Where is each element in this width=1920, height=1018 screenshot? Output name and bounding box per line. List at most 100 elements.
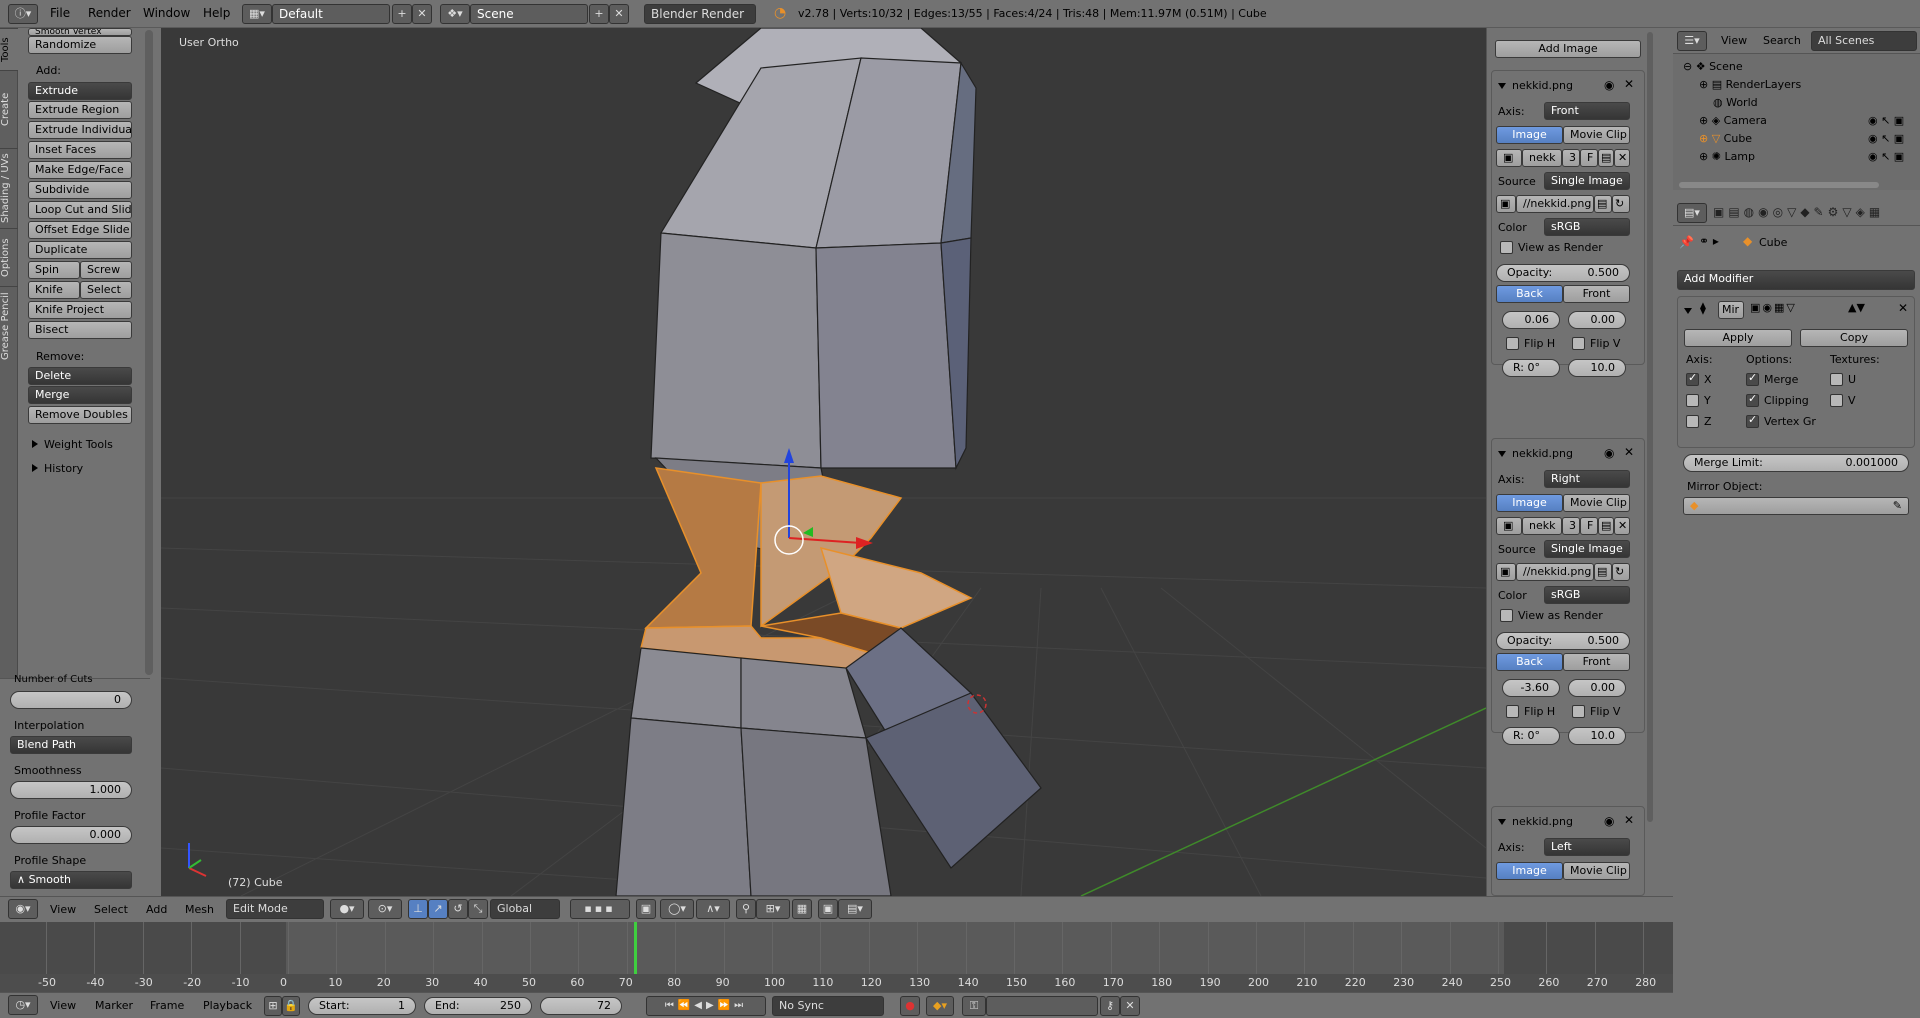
tl-menu-frame[interactable]: Frame [150, 999, 184, 1012]
add-scene-icon[interactable]: + [589, 4, 609, 24]
snap-element-icon[interactable]: ⊞▾ [756, 899, 790, 919]
layout-selector[interactable]: Default [272, 4, 390, 24]
color-space-dropdown[interactable]: sRGB [1544, 218, 1630, 236]
menu-render[interactable]: Render [88, 6, 131, 20]
clipping-checkbox[interactable] [1746, 392, 1759, 407]
browse-file-icon[interactable]: ▤ [1594, 563, 1612, 581]
playback-controls[interactable]: ⏮⏪◀▶⏩⏭ [646, 996, 766, 1016]
add-modifier-dropdown[interactable]: Add Modifier [1677, 270, 1915, 290]
outliner-item-world[interactable]: ◍ World [1699, 96, 1758, 109]
filepath-field[interactable]: //nekkid.png [1516, 563, 1594, 581]
preview-range-icon[interactable]: ⊞ [264, 996, 282, 1016]
unlink-image-icon[interactable]: ✕ [1614, 517, 1630, 535]
info-editor-icon[interactable]: ⓘ▾ [8, 4, 38, 24]
render-opengl-icon[interactable]: ▦ [792, 899, 812, 919]
rotate-icon[interactable]: ↺ [448, 899, 468, 919]
timeline-editor-icon[interactable]: ◷▾ [8, 995, 38, 1015]
occlude-geometry-icon[interactable]: ▣ [636, 899, 656, 919]
axis-z-checkbox[interactable] [1686, 415, 1699, 428]
render-still-icon[interactable]: ▣ [818, 899, 838, 919]
smooth-vertex-button[interactable]: Smooth Vertex [28, 28, 132, 36]
source-dropdown[interactable]: Single Image [1544, 172, 1630, 190]
image-block-header[interactable]: nekkid.png [1498, 79, 1573, 92]
remove-modifier-icon[interactable]: ✕ [1898, 301, 1908, 315]
image-tab[interactable]: Image [1496, 494, 1563, 512]
offset-y-field[interactable]: 0.00 [1568, 679, 1626, 697]
current-frame-field[interactable]: 72 [540, 997, 622, 1015]
remove-scene-icon[interactable]: ✕ [609, 4, 629, 24]
expand-arrow-icon[interactable] [1684, 303, 1698, 317]
lock-icon[interactable]: 🔒 [282, 996, 300, 1016]
flip-v-checkbox[interactable] [1572, 337, 1585, 350]
image-users-count[interactable]: 3 [1562, 517, 1580, 535]
tl-menu-playback[interactable]: Playback [203, 999, 252, 1012]
snap-icon[interactable]: ⚲ [736, 899, 756, 919]
tool-shelf-scrollbar[interactable] [145, 30, 153, 675]
axis-y-checkbox[interactable] [1686, 394, 1699, 407]
visibility-eye-icon[interactable]: ◉ ↖ ▣ [1868, 132, 1904, 145]
image-tab[interactable]: Image [1496, 126, 1563, 144]
merge-checkbox[interactable] [1746, 371, 1759, 386]
image-block-header[interactable]: nekkid.png [1498, 815, 1573, 828]
rotation-field[interactable]: R: 0° [1502, 727, 1560, 745]
filepath-field[interactable]: //nekkid.png [1516, 195, 1594, 213]
tab-options[interactable]: Options [0, 228, 18, 286]
outliner-item-camera[interactable]: ⊕ ◈ Camera [1699, 114, 1767, 127]
number-of-cuts-field[interactable]: 0 [10, 691, 132, 709]
outliner-filter-dropdown[interactable]: All Scenes [1811, 31, 1917, 51]
tab-tools[interactable]: Tools [0, 28, 18, 70]
fake-user-button[interactable]: F [1580, 149, 1598, 167]
render-engine-selector[interactable]: Blender Render [644, 4, 756, 24]
keying-icon[interactable]: ◆▾ [926, 996, 954, 1016]
orientation-dropdown[interactable]: Global [490, 899, 560, 919]
profile-shape-dropdown[interactable]: ∧ Smooth [10, 871, 132, 889]
history-panel[interactable]: History [32, 462, 83, 475]
tab-shading-uvs[interactable]: Shading / UVs [0, 148, 18, 228]
knife-project-button[interactable]: Knife Project [28, 301, 132, 319]
extrude-button[interactable]: Extrude [28, 82, 132, 100]
remove-doubles-button[interactable]: Remove Doubles [28, 406, 132, 424]
merge-limit-field[interactable]: Merge Limit: 0.001000 [1683, 454, 1909, 472]
offset-x-field[interactable]: -3.60 [1502, 679, 1560, 697]
keying-set-icon[interactable]: ⚿ [962, 996, 986, 1016]
tl-menu-view[interactable]: View [50, 999, 76, 1012]
insert-keyframe-icon[interactable]: ⚷ [1100, 996, 1120, 1016]
view-as-render-checkbox[interactable] [1500, 241, 1513, 254]
front-toggle[interactable]: Front [1563, 285, 1630, 303]
offset-edge-slide-button[interactable]: Offset Edge Slide [28, 221, 132, 239]
move-up-down-icon[interactable]: ▲▼ [1848, 301, 1865, 314]
properties-editor-icon[interactable]: ▤▾ [1677, 203, 1707, 223]
close-icon[interactable]: ✕ [1624, 813, 1634, 827]
reload-icon[interactable]: ↻ [1612, 195, 1630, 213]
properties-context-tabs[interactable]: ▣▤◍◉◎▽◆✎⚙▽◈▦ [1713, 205, 1884, 219]
eye-icon[interactable]: ◉ [1604, 78, 1614, 92]
outliner-item-lamp[interactable]: ⊕ ✺ Lamp [1699, 150, 1755, 163]
outliner-item-renderlayers[interactable]: ⊕ ▤ RenderLayers [1699, 78, 1801, 91]
opacity-field[interactable]: Opacity: 0.500 [1496, 632, 1630, 650]
outliner-item-cube[interactable]: ⊕ ▽ Cube [1699, 132, 1752, 145]
manipulator-toggle-icon[interactable]: ⊥ [408, 899, 428, 919]
editor-type-icon[interactable]: ◉▾ [8, 899, 38, 919]
viewport-shading-icon[interactable]: ●▾ [330, 899, 364, 919]
outliner-search-menu[interactable]: Search [1763, 34, 1801, 47]
eye-icon[interactable]: ◉ [1604, 446, 1614, 460]
knife-button[interactable]: Knife [28, 281, 80, 299]
size-field[interactable]: 10.0 [1568, 359, 1626, 377]
end-frame-field[interactable]: End: 250 [424, 997, 532, 1015]
keying-set-field[interactable] [986, 996, 1098, 1016]
pivot-point-icon[interactable]: ⊙▾ [368, 899, 402, 919]
scene-icon[interactable]: ❖▾ [440, 4, 470, 24]
inset-faces-button[interactable]: Inset Faces [28, 141, 132, 159]
close-icon[interactable]: ✕ [1624, 77, 1634, 91]
image-browse-icon[interactable]: ▣ [1496, 517, 1522, 535]
open-image-icon[interactable]: ▤ [1598, 517, 1614, 535]
eyedropper-icon[interactable]: ✎ [1893, 499, 1902, 512]
back-toggle[interactable]: Back [1496, 653, 1563, 671]
3d-viewport[interactable]: User Ortho (72) Cube [161, 28, 1486, 896]
tl-menu-marker[interactable]: Marker [95, 999, 133, 1012]
weight-tools-panel[interactable]: Weight Tools [32, 438, 113, 451]
knife-select-button[interactable]: Select [80, 281, 132, 299]
color-space-dropdown[interactable]: sRGB [1544, 586, 1630, 604]
record-icon[interactable]: ● [900, 996, 920, 1016]
unlink-image-icon[interactable]: ✕ [1614, 149, 1630, 167]
